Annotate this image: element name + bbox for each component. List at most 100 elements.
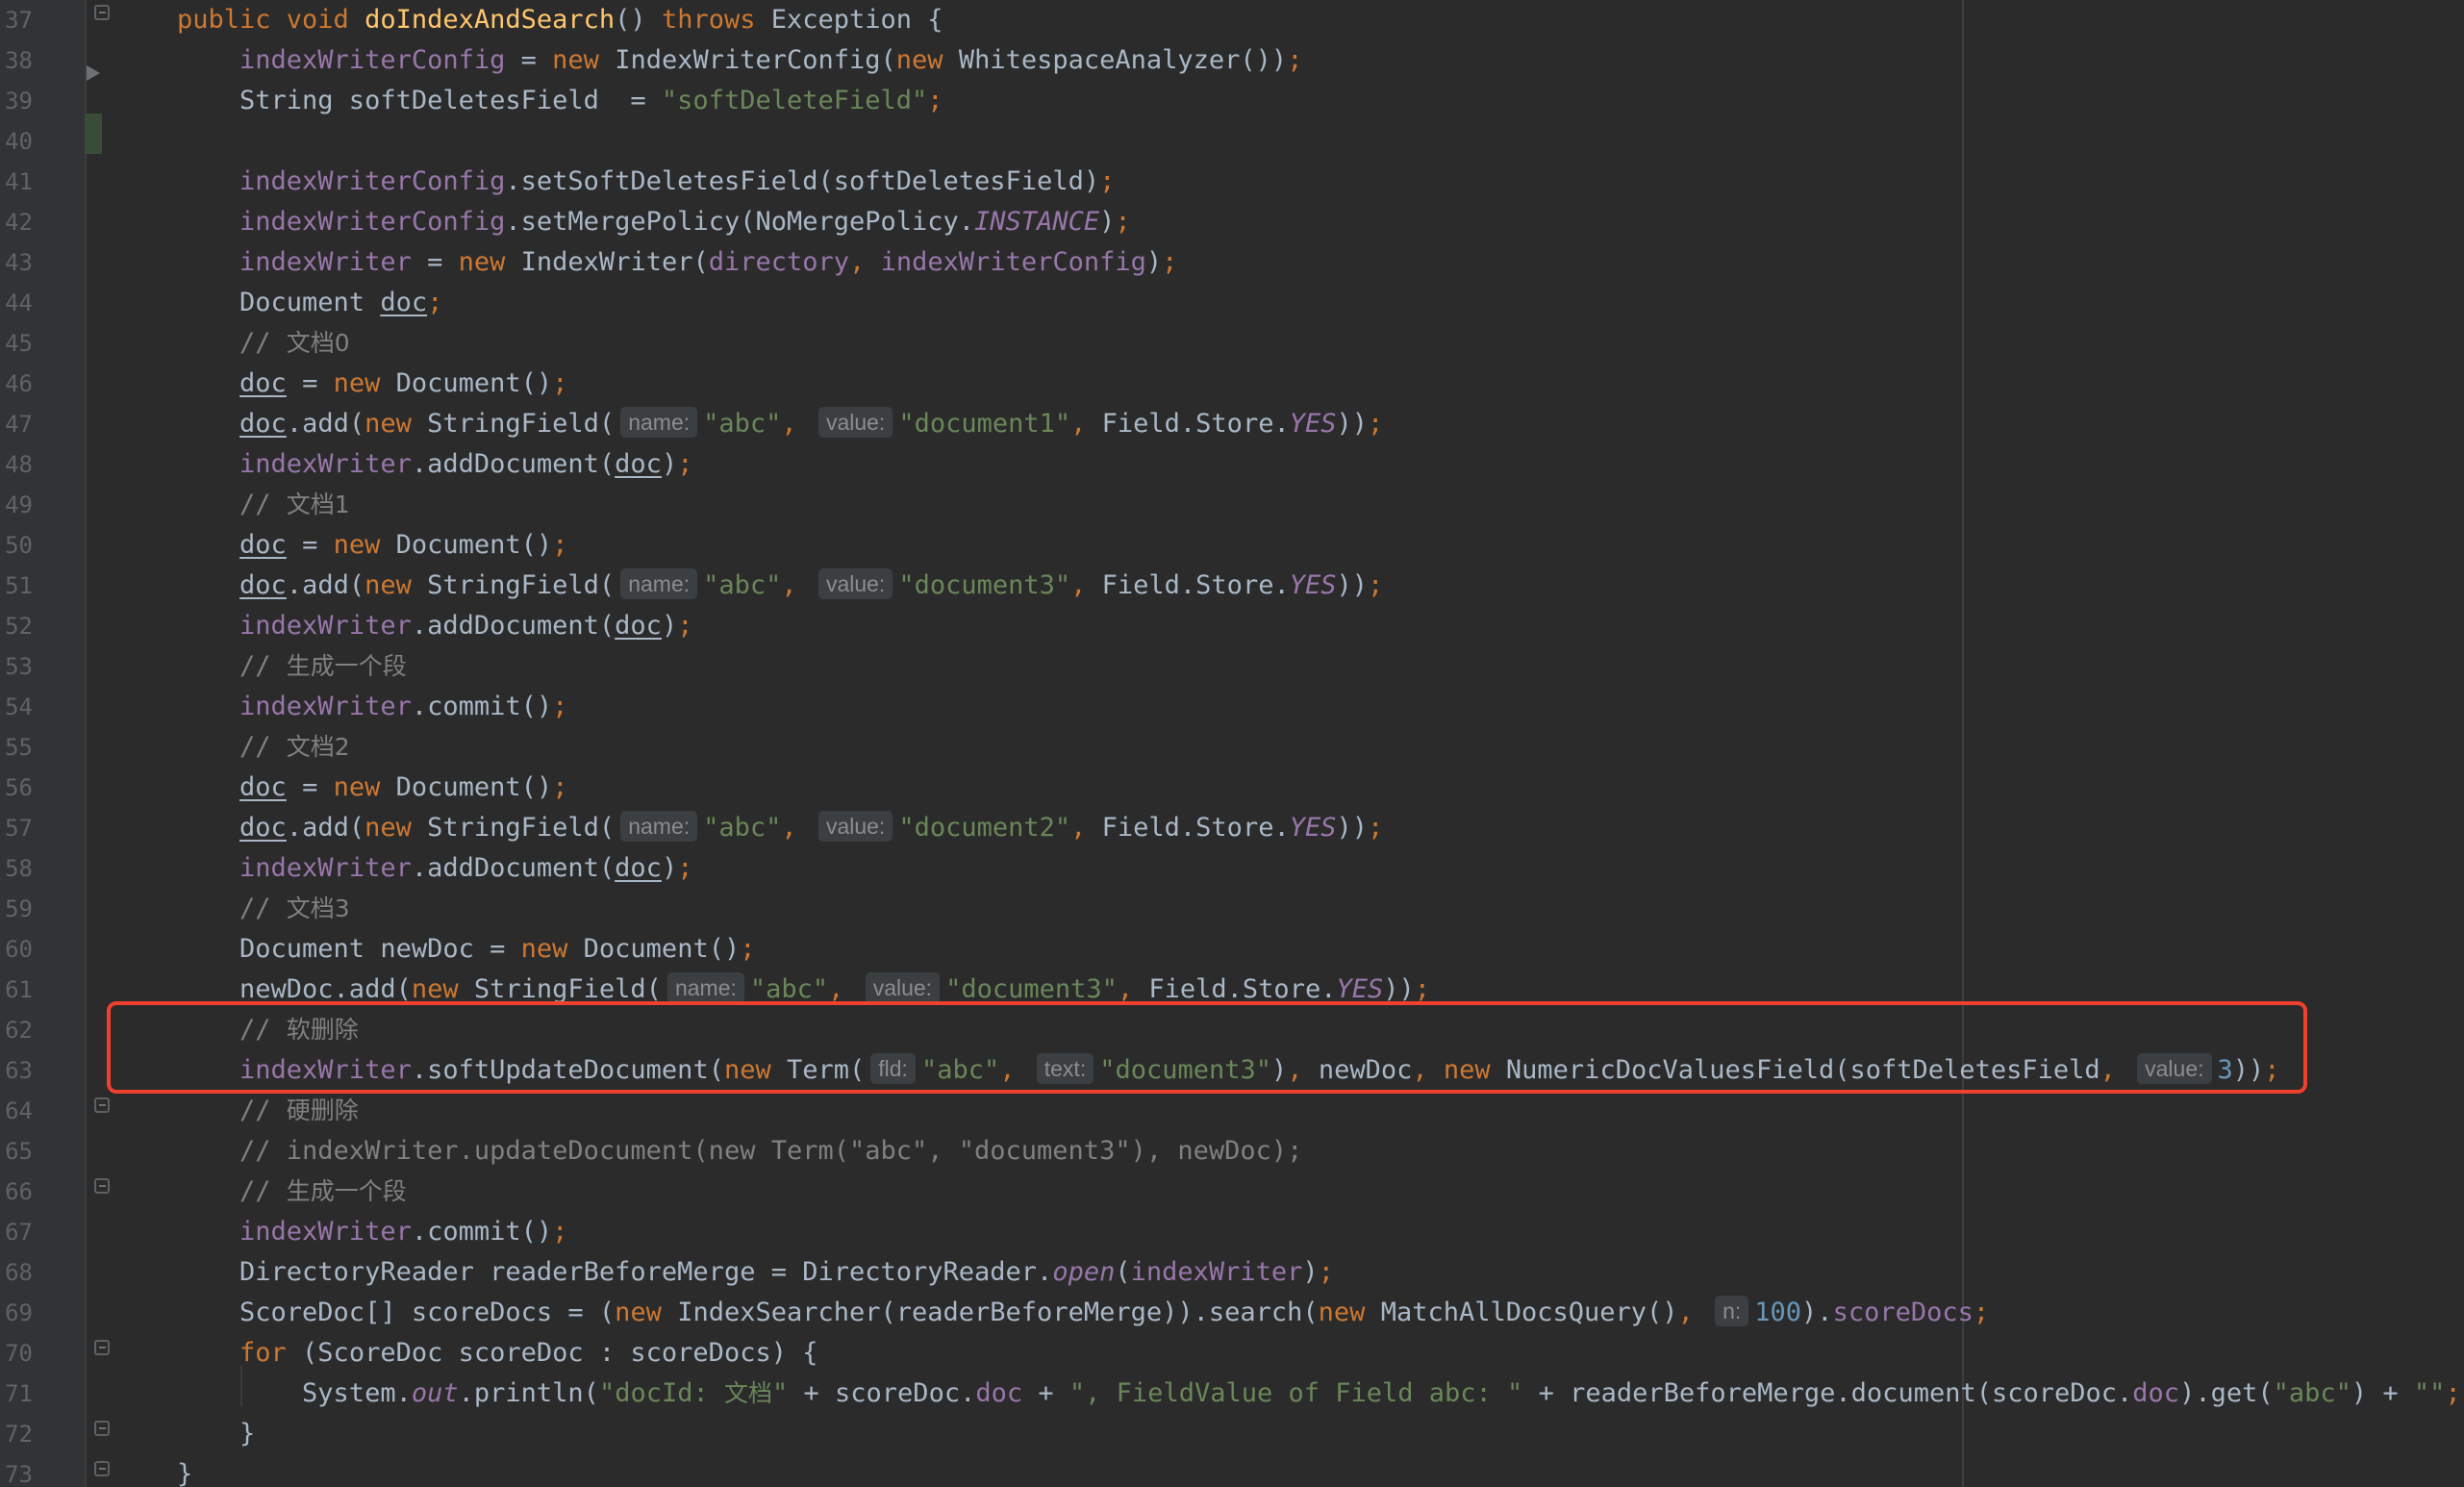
code-line[interactable]: 57 doc.add(new StringField(name: "abc", v… <box>0 808 2464 848</box>
code-line[interactable]: 41 indexWriterConfig.setSoftDeletesField… <box>0 162 2464 202</box>
line-number[interactable]: 57 <box>0 808 33 848</box>
code-line[interactable]: 42 indexWriterConfig.setMergePolicy(NoMe… <box>0 202 2464 242</box>
code-text[interactable]: doc = new Document(); <box>177 364 567 404</box>
line-number[interactable]: 73 <box>0 1454 33 1487</box>
code-text[interactable]: indexWriter.commit(); <box>177 1212 567 1252</box>
code-line[interactable]: 59 // 文档3 <box>0 889 2464 929</box>
line-number[interactable]: 49 <box>0 485 33 525</box>
line-number[interactable]: 43 <box>0 242 33 283</box>
code-editor[interactable]: 37 public void doIndexAndSearch() throws … <box>0 0 2464 1487</box>
code-line[interactable]: 49 // 文档1 <box>0 485 2464 525</box>
code-text[interactable]: // indexWriter.updateDocument(new Term("… <box>177 1131 1302 1172</box>
code-text[interactable]: // 文档0 <box>177 323 350 364</box>
code-line[interactable]: 54 indexWriter.commit(); <box>0 687 2464 727</box>
code-text[interactable]: for (ScoreDoc scoreDoc : scoreDocs) { <box>177 1333 817 1374</box>
code-text[interactable]: indexWriter.commit(); <box>177 687 567 727</box>
code-line[interactable]: 64 // 硬删除 <box>0 1091 2464 1131</box>
line-number[interactable]: 39 <box>0 81 33 121</box>
line-number[interactable]: 72 <box>0 1414 33 1454</box>
code-line[interactable]: 60 Document newDoc = new Document(); <box>0 929 2464 970</box>
code-line[interactable]: 61 newDoc.add(new StringField(name: "abc"… <box>0 970 2464 1010</box>
line-number[interactable]: 42 <box>0 202 33 242</box>
code-text[interactable]: doc = new Document(); <box>177 525 567 566</box>
line-number[interactable]: 61 <box>0 970 33 1010</box>
code-text[interactable]: } <box>177 1414 255 1454</box>
code-text[interactable]: String softDeletesField = "softDeleteFie… <box>177 81 943 121</box>
code-text[interactable]: // 硬删除 <box>177 1091 359 1131</box>
line-number[interactable]: 58 <box>0 848 33 889</box>
line-number[interactable]: 38 <box>0 40 33 81</box>
code-text[interactable]: indexWriter.softUpdateDocument(new Term(… <box>177 1050 2280 1091</box>
code-text[interactable]: indexWriter.addDocument(doc); <box>177 444 692 485</box>
line-number[interactable]: 54 <box>0 687 33 727</box>
line-number[interactable]: 59 <box>0 889 33 929</box>
code-text[interactable]: Document doc; <box>177 283 442 323</box>
line-number[interactable]: 44 <box>0 283 33 323</box>
line-number[interactable]: 48 <box>0 444 33 485</box>
code-text[interactable]: indexWriter.addDocument(doc); <box>177 606 692 646</box>
code-line[interactable]: 51 doc.add(new StringField(name: "abc", v… <box>0 566 2464 606</box>
code-line[interactable]: 67 indexWriter.commit(); <box>0 1212 2464 1252</box>
code-line[interactable]: 58 indexWriter.addDocument(doc); <box>0 848 2464 889</box>
line-number[interactable]: 41 <box>0 162 33 202</box>
code-line[interactable]: 46 doc = new Document(); <box>0 364 2464 404</box>
code-line[interactable]: 70 for (ScoreDoc scoreDoc : scoreDocs) { <box>0 1333 2464 1374</box>
line-number[interactable]: 63 <box>0 1050 33 1091</box>
code-line[interactable]: 56 doc = new Document(); <box>0 768 2464 808</box>
code-text[interactable]: System.out.println("docId: 文档" + scoreDo… <box>177 1374 2461 1414</box>
line-number[interactable]: 65 <box>0 1131 33 1172</box>
code-text[interactable]: // 文档2 <box>177 727 350 768</box>
code-text[interactable]: public void doIndexAndSearch() throws Ex… <box>177 0 943 40</box>
line-number[interactable]: 62 <box>0 1010 33 1050</box>
line-number[interactable]: 50 <box>0 525 33 566</box>
code-text[interactable]: indexWriterConfig.setSoftDeletesField(so… <box>177 162 1115 202</box>
code-line[interactable]: 50 doc = new Document(); <box>0 525 2464 566</box>
code-line[interactable]: 69 ScoreDoc[] scoreDocs = (new IndexSear… <box>0 1293 2464 1333</box>
code-line[interactable]: 44 Document doc; <box>0 283 2464 323</box>
line-number[interactable]: 71 <box>0 1374 33 1414</box>
code-text[interactable]: doc.add(new StringField(name: "abc", valu… <box>177 404 1383 444</box>
code-line[interactable]: 53 // 生成一个段 <box>0 646 2464 687</box>
code-text[interactable]: newDoc.add(new StringField(name: "abc", v… <box>177 970 1430 1010</box>
code-line[interactable]: 45 // 文档0 <box>0 323 2464 364</box>
line-number[interactable]: 64 <box>0 1091 33 1131</box>
code-text[interactable]: } <box>177 1454 192 1487</box>
code-line[interactable]: 63 indexWriter.softUpdateDocument(new Te… <box>0 1050 2464 1091</box>
line-number[interactable]: 51 <box>0 566 33 606</box>
line-number[interactable]: 69 <box>0 1293 33 1333</box>
code-line[interactable]: 73} <box>0 1454 2464 1487</box>
line-number[interactable]: 45 <box>0 323 33 364</box>
code-line[interactable]: 62 // 软删除 <box>0 1010 2464 1050</box>
code-line[interactable]: 65 // indexWriter.updateDocument(new Ter… <box>0 1131 2464 1172</box>
line-number[interactable]: 47 <box>0 404 33 444</box>
line-number[interactable]: 37 <box>0 0 33 40</box>
code-line[interactable]: 37 public void doIndexAndSearch() throws … <box>0 0 2464 40</box>
line-number[interactable]: 52 <box>0 606 33 646</box>
code-text[interactable]: doc.add(new StringField(name: "abc", valu… <box>177 808 1383 848</box>
line-number[interactable]: 67 <box>0 1212 33 1252</box>
code-line[interactable]: 52 indexWriter.addDocument(doc); <box>0 606 2464 646</box>
code-line[interactable]: 66 // 生成一个段 <box>0 1172 2464 1212</box>
code-text[interactable]: // 文档1 <box>177 485 350 525</box>
code-line[interactable]: 39 String softDeletesField = "softDelete… <box>0 81 2464 121</box>
line-number[interactable]: 53 <box>0 646 33 687</box>
line-number[interactable]: 46 <box>0 364 33 404</box>
code-text[interactable]: // 生成一个段 <box>177 646 407 687</box>
code-text[interactable]: Document newDoc = new Document(); <box>177 929 755 970</box>
code-text[interactable]: ScoreDoc[] scoreDocs = (new IndexSearche… <box>177 1293 1989 1333</box>
line-number[interactable]: 55 <box>0 727 33 768</box>
code-line[interactable]: 40 <box>0 121 2464 162</box>
code-text[interactable]: // 生成一个段 <box>177 1172 407 1212</box>
line-number[interactable]: 40 <box>0 121 33 162</box>
line-number[interactable]: 66 <box>0 1172 33 1212</box>
code-text[interactable]: indexWriterConfig = new IndexWriterConfi… <box>177 40 1302 81</box>
line-number[interactable]: 56 <box>0 768 33 808</box>
code-text[interactable]: DirectoryReader readerBeforeMerge = Dire… <box>177 1252 1334 1293</box>
code-line[interactable]: 71 System.out.println("docId: 文档" + scor… <box>0 1374 2464 1414</box>
code-text[interactable]: indexWriterConfig.setMergePolicy(NoMerge… <box>177 202 1131 242</box>
code-text[interactable]: indexWriter = new IndexWriter(directory,… <box>177 242 1177 283</box>
code-line[interactable]: 55 // 文档2 <box>0 727 2464 768</box>
code-line[interactable]: 43 indexWriter = new IndexWriter(directo… <box>0 242 2464 283</box>
line-number[interactable]: 70 <box>0 1333 33 1374</box>
code-text[interactable]: indexWriter.addDocument(doc); <box>177 848 692 889</box>
